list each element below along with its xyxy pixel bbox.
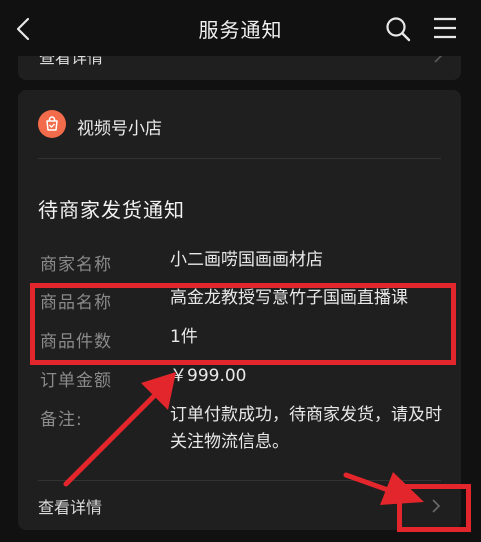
notice-title: 待商家发货通知	[38, 198, 185, 222]
shop-logo-icon	[38, 110, 66, 138]
shop-name[interactable]: 视频号小店	[77, 114, 162, 139]
order-amount-value: ￥999.00	[170, 366, 247, 386]
quantity-label: 商品件数	[40, 332, 112, 352]
divider	[38, 158, 441, 159]
merchant-name-value: 小二画唠国画画材店	[170, 250, 323, 270]
notification-card: 视频号小店 待商家发货通知 商家名称 小二画唠国画画材店 商品名称 高金龙教授写…	[18, 90, 461, 530]
product-name-label: 商品名称	[40, 293, 112, 313]
order-amount-label: 订单金额	[40, 371, 112, 391]
top-bar: 服务通知	[0, 0, 481, 56]
quantity-value: 1件	[170, 327, 198, 347]
search-icon[interactable]	[385, 16, 411, 42]
remark-label: 备注:	[40, 410, 83, 430]
view-details-link[interactable]: 查看详情	[38, 494, 102, 518]
menu-icon[interactable]	[433, 17, 457, 39]
divider	[38, 480, 441, 481]
chevron-right-icon[interactable]	[431, 498, 441, 514]
merchant-name-label: 商家名称	[40, 255, 112, 275]
product-name-value: 高金龙教授写意竹子国画直播课	[170, 288, 408, 308]
remark-value: 订单付款成功，待商家发货，请及时关注物流信息。	[170, 405, 442, 452]
